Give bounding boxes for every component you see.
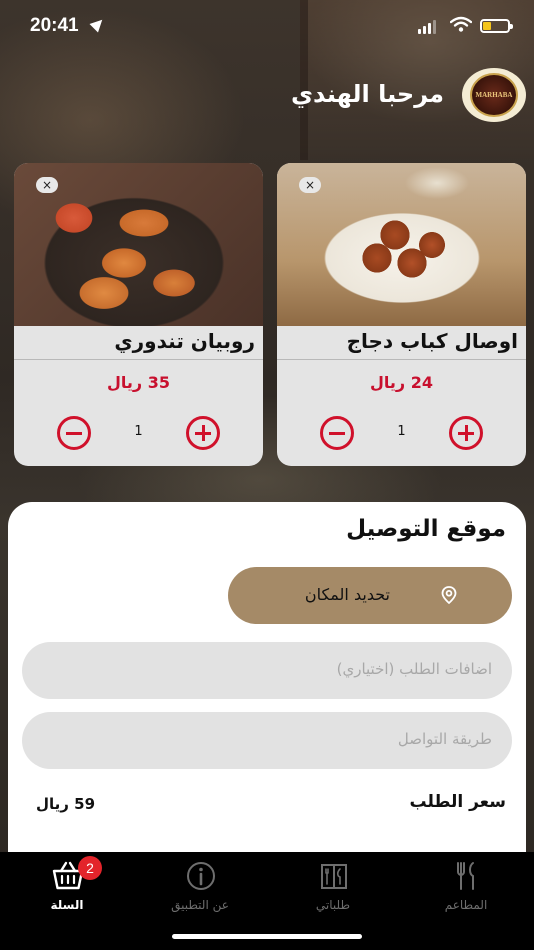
home-indicator[interactable] (172, 934, 362, 939)
contact-method-placeholder: طريقة التواصل (397, 730, 492, 748)
delivery-sheet: موقع التوصيل تحديد المكان اضافات الطلب (… (8, 502, 526, 862)
contact-method-field[interactable]: طريقة التواصل (22, 712, 512, 769)
menu-book-icon (321, 864, 347, 889)
tab-label: طلباتي (315, 898, 351, 912)
order-notes-placeholder: اضافات الطلب (اختياري) (336, 660, 492, 678)
cart-item-card: × روبيان تندوري 35 ريال 1 (14, 163, 263, 466)
dish-name: روبيان تندوري (114, 329, 255, 353)
quantity-value: 1 (397, 424, 406, 439)
tab-about[interactable]: عن التطبيق (145, 858, 255, 918)
logo-text: MARHABA (475, 91, 513, 99)
plus-circle-icon[interactable] (449, 416, 483, 450)
restaurant-logo[interactable]: MARHABA (462, 68, 526, 122)
locate-button[interactable]: تحديد المكان (228, 567, 512, 624)
quantity-stepper: 1 (14, 416, 263, 450)
tab-restaurants[interactable]: المطاعم (411, 858, 521, 918)
wifi-icon (450, 16, 472, 32)
remove-item-button[interactable]: × (299, 177, 321, 193)
quantity-stepper: 1 (277, 416, 526, 450)
status-bar: 20:41 (0, 0, 534, 54)
tab-label: السلة (50, 898, 84, 912)
tab-label: عن التطبيق (171, 898, 229, 912)
cart-item-card: × اوصال كباب دجاج 24 ريال 1 (277, 163, 526, 466)
cart-count-badge: 2 (78, 856, 102, 880)
delivery-title: موقع التوصيل (346, 516, 506, 542)
location-pin-icon (441, 586, 457, 604)
remove-item-button[interactable]: × (36, 177, 58, 193)
greeting-text: مرحبا الهندي (291, 80, 444, 108)
signal-icon (418, 20, 436, 34)
tab-orders[interactable]: طلباتي (278, 858, 388, 918)
status-time: 20:41 (30, 15, 79, 36)
dish-name: اوصال كباب دجاج (346, 329, 518, 353)
dish-price: 35 ريال (107, 373, 170, 392)
locate-button-label: تحديد المكان (304, 585, 390, 604)
order-notes-field[interactable]: اضافات الطلب (اختياري) (22, 642, 512, 699)
fork-knife-icon (457, 862, 474, 890)
quantity-value: 1 (134, 424, 143, 439)
info-icon (187, 862, 215, 890)
order-total-label: سعر الطلب (409, 792, 506, 812)
tab-label: المطاعم (444, 898, 488, 912)
logo-emblem: MARHABA (470, 73, 518, 117)
battery-icon (480, 19, 513, 33)
plus-circle-icon[interactable] (186, 416, 220, 450)
divider (14, 359, 263, 360)
divider (277, 359, 526, 360)
dish-price: 24 ريال (370, 373, 433, 392)
location-arrow-icon (89, 15, 107, 33)
tab-cart[interactable]: 2 السلة (12, 856, 122, 918)
order-total-value: 59 ريال (36, 795, 96, 813)
